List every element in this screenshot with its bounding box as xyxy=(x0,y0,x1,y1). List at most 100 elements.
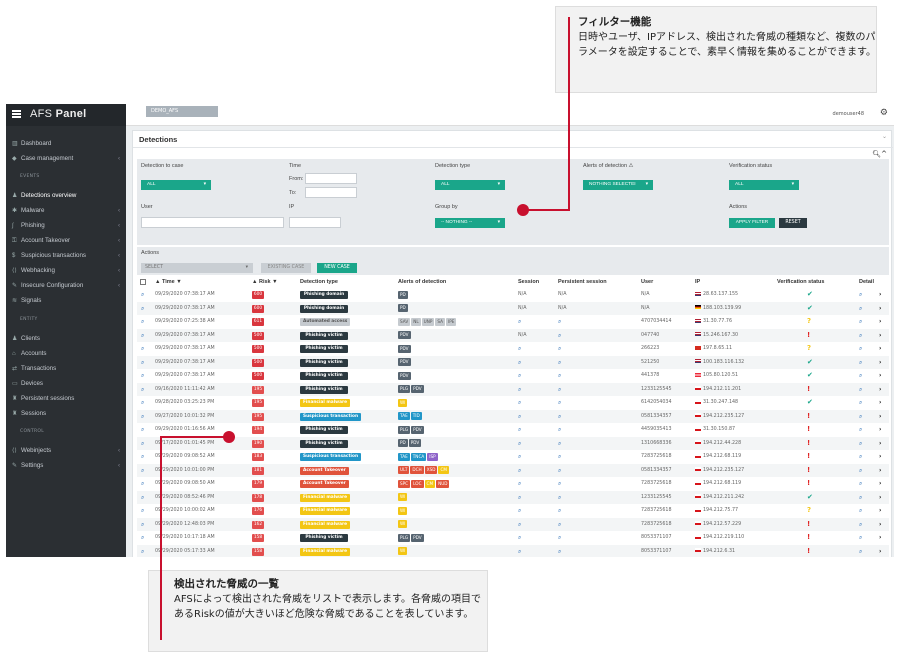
persistent-session-cell[interactable]: ⌕ xyxy=(558,369,561,384)
persistent-session-cell[interactable]: ⌕ xyxy=(558,342,561,357)
persistent-session-cell[interactable]: ⌕ xyxy=(558,423,561,438)
persistent-session-cell[interactable]: ⌕ xyxy=(558,315,561,330)
magnifier-icon[interactable]: ⌕ xyxy=(141,410,144,425)
persistent-session-cell[interactable]: ⌕ xyxy=(558,437,561,452)
detail-search-icon[interactable]: ⌕ xyxy=(859,545,862,558)
session-cell[interactable]: ⌕ xyxy=(518,383,521,398)
detail-search-icon[interactable]: ⌕ xyxy=(859,396,862,411)
persistent-session-cell[interactable]: ⌕ xyxy=(558,545,561,558)
detection-type-dropdown[interactable]: ALL ▾ xyxy=(435,180,505,190)
persistent-session-cell[interactable]: ⌕ xyxy=(558,464,561,479)
detail-search-icon[interactable]: ⌕ xyxy=(859,356,862,371)
detail-arrow-icon[interactable]: › xyxy=(879,423,881,438)
persistent-session-cell[interactable]: ⌕ xyxy=(558,531,561,546)
detail-arrow-icon[interactable]: › xyxy=(879,315,881,330)
alerts-of-detection-dropdown[interactable]: NOTHING SELECTEI ▾ xyxy=(583,180,653,190)
table-row[interactable]: ⌕ 09/29/2020 07:38:17 AM 500 Phishing victi… xyxy=(137,355,889,371)
sidebar-item-malware[interactable]: ✱ Malware ‹ xyxy=(6,203,126,218)
detail-arrow-icon[interactable]: › xyxy=(879,437,881,452)
magnifier-icon[interactable]: ⌕ xyxy=(141,504,144,519)
search-toggle-icon[interactable]: 🔍︎^ xyxy=(872,150,887,158)
environment-select[interactable]: DEMO_AFS xyxy=(146,106,218,117)
detail-search-icon[interactable]: ⌕ xyxy=(859,342,862,357)
detail-search-icon[interactable]: ⌕ xyxy=(859,464,862,479)
sidebar-item-clients[interactable]: ♟ Clients xyxy=(6,331,126,346)
magnifier-icon[interactable]: ⌕ xyxy=(141,356,144,371)
session-cell[interactable]: ⌕ xyxy=(518,477,521,492)
detail-arrow-icon[interactable]: › xyxy=(879,464,881,479)
persistent-session-cell[interactable]: ⌕ xyxy=(558,410,561,425)
col-time[interactable]: ▲ Time ▼ xyxy=(155,277,182,287)
magnifier-icon[interactable]: ⌕ xyxy=(141,315,144,330)
detail-search-icon[interactable]: ⌕ xyxy=(859,329,862,344)
detail-search-icon[interactable]: ⌕ xyxy=(859,369,862,384)
user-filter-input[interactable] xyxy=(141,217,284,228)
session-cell[interactable]: ⌕ xyxy=(518,342,521,357)
sidebar-item-settings[interactable]: ✎ Settings ‹ xyxy=(6,458,126,473)
reset-button[interactable]: RESET xyxy=(779,218,807,228)
gear-icon[interactable]: ⚙ xyxy=(880,108,888,118)
table-row[interactable]: ⌕ 09/29/2020 09:08:52 AM 183 Suspicious tra… xyxy=(137,450,889,464)
detail-arrow-icon[interactable]: › xyxy=(879,531,881,546)
detail-search-icon[interactable]: ⌕ xyxy=(859,423,862,438)
detail-search-icon[interactable]: ⌕ xyxy=(859,477,862,492)
detail-search-icon[interactable]: ⌕ xyxy=(859,518,862,533)
persistent-session-cell[interactable]: ⌕ xyxy=(558,396,561,411)
detail-arrow-icon[interactable]: › xyxy=(879,356,881,371)
detail-search-icon[interactable]: ⌕ xyxy=(859,531,862,546)
session-cell[interactable]: ⌕ xyxy=(518,396,521,411)
detail-arrow-icon[interactable]: › xyxy=(879,504,881,519)
username[interactable]: demouser48 xyxy=(833,111,864,117)
table-row[interactable]: ⌕ 09/29/2020 12:48:03 PM 162 Financial malw… xyxy=(137,517,889,533)
table-row[interactable]: ⌕ 09/29/2020 09:08:50 AM 179 Account Takeov… xyxy=(137,477,889,491)
magnifier-icon[interactable]: ⌕ xyxy=(141,369,144,384)
table-row[interactable]: ⌕ 09/29/2020 10:00:02 AM 176 Financial malw… xyxy=(137,504,889,518)
detail-arrow-icon[interactable]: › xyxy=(879,410,881,425)
table-row[interactable]: ⌕ 09/17/2020 01:01:45 PM 190 Phishing victi… xyxy=(137,436,889,452)
col-risk[interactable]: ▲ Risk ▼ xyxy=(252,277,278,287)
detail-arrow-icon[interactable]: › xyxy=(879,329,881,344)
persistent-session-cell[interactable]: ⌕ xyxy=(558,518,561,533)
session-cell[interactable]: ⌕ xyxy=(518,464,521,479)
sidebar-item-transactions[interactable]: ⇄ Transactions xyxy=(6,361,126,376)
session-cell[interactable]: ⌕ xyxy=(518,518,521,533)
detail-arrow-icon[interactable]: › xyxy=(879,302,881,317)
session-cell[interactable]: ⌕ xyxy=(518,356,521,371)
table-row[interactable]: ⌕ 09/29/2020 05:17:33 AM 158 Financial malw… xyxy=(137,544,889,558)
sidebar-item-webhacking[interactable]: ⟨⟩ Webhacking ‹ xyxy=(6,263,126,278)
table-row[interactable]: ⌕ 09/29/2020 07:25:38 AM 611 Automated acce… xyxy=(137,315,889,329)
detail-search-icon[interactable]: ⌕ xyxy=(859,437,862,452)
sidebar-item-account-takeover[interactable]: ⚿ Account Takeover ‹ xyxy=(6,233,126,248)
hamburger-menu-icon[interactable] xyxy=(12,110,21,118)
table-row[interactable]: ⌕ 09/29/2020 07:38:17 AM 500 Phishing victi… xyxy=(137,342,889,356)
detail-arrow-icon[interactable]: › xyxy=(879,369,881,384)
session-cell[interactable]: ⌕ xyxy=(518,504,521,519)
magnifier-icon[interactable]: ⌕ xyxy=(141,329,144,344)
table-row[interactable]: ⌕ 09/27/2020 10:01:32 PM 195 Suspicious tra… xyxy=(137,409,889,425)
verification-status-dropdown[interactable]: ALL ▾ xyxy=(729,180,799,190)
magnifier-icon[interactable]: ⌕ xyxy=(141,302,144,317)
persistent-session-cell[interactable]: ⌕ xyxy=(558,329,561,344)
sidebar-item-dashboard[interactable]: ▥ Dashboard xyxy=(6,136,126,151)
persistent-session-cell[interactable]: ⌕ xyxy=(558,356,561,371)
detail-arrow-icon[interactable]: › xyxy=(879,450,881,465)
session-cell[interactable]: ⌕ xyxy=(518,369,521,384)
session-cell[interactable]: ⌕ xyxy=(518,545,521,558)
sidebar-item-accounts[interactable]: ⌂ Accounts xyxy=(6,346,126,361)
persistent-session-cell[interactable]: ⌕ xyxy=(558,450,561,465)
sidebar-item-sessions[interactable]: ♜ Sessions xyxy=(6,406,126,421)
magnifier-icon[interactable]: ⌕ xyxy=(141,518,144,533)
session-cell[interactable]: ⌕ xyxy=(518,531,521,546)
session-cell[interactable]: ⌕ xyxy=(518,423,521,438)
detail-search-icon[interactable]: ⌕ xyxy=(859,450,862,465)
select-all-checkbox[interactable] xyxy=(140,279,146,285)
table-row[interactable]: ⌕ 09/29/2020 07:38:17 AM 500 Phishing victi… xyxy=(137,369,889,383)
detail-arrow-icon[interactable]: › xyxy=(879,491,881,506)
sidebar-item-phishing[interactable]: ∫ Phishing ‹ xyxy=(6,218,126,233)
sidebar-item-suspicious-transactions[interactable]: $ Suspicious transactions ‹ xyxy=(6,248,126,263)
detail-search-icon[interactable]: ⌕ xyxy=(859,491,862,506)
sidebar-item-devices[interactable]: ▭ Devices xyxy=(6,376,126,391)
detail-search-icon[interactable]: ⌕ xyxy=(859,315,862,330)
persistent-session-cell[interactable]: ⌕ xyxy=(558,491,561,506)
persistent-session-cell[interactable]: ⌕ xyxy=(558,504,561,519)
